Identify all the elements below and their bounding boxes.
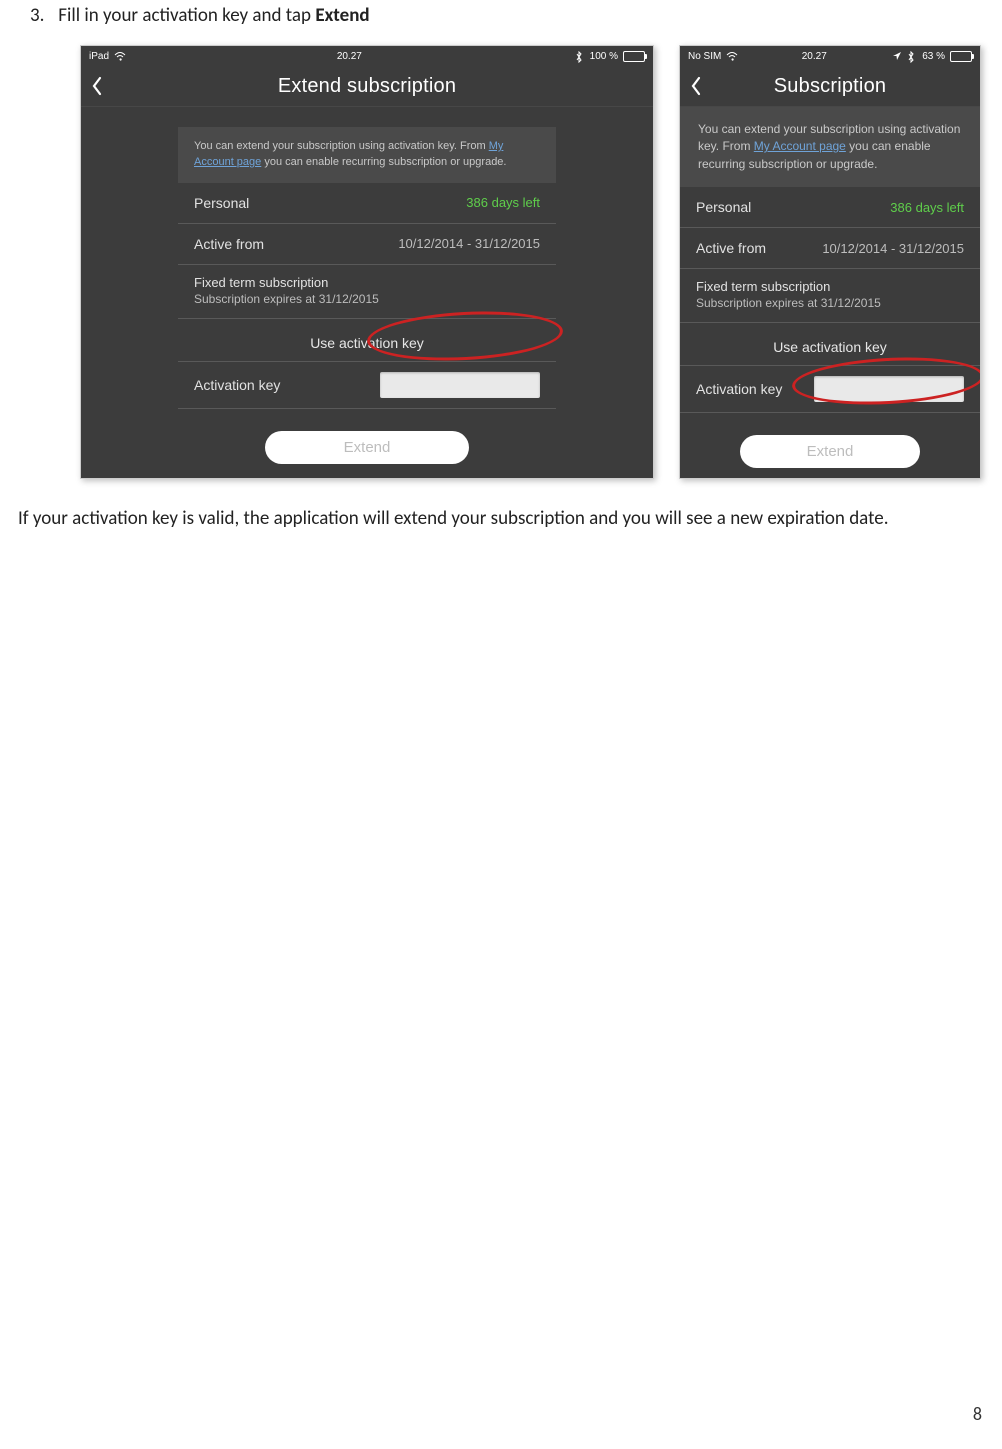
back-button[interactable] [91, 76, 103, 96]
activation-key-row: Activation key [680, 365, 980, 413]
status-time: 20.27 [802, 51, 827, 62]
my-account-link[interactable]: My Account page [754, 139, 846, 153]
step-bold: Extend [315, 4, 369, 27]
page-title: Extend subscription [278, 75, 456, 98]
nav-bar: Extend subscription [81, 66, 653, 107]
ipad-screenshot: iPad 20.27 100 % Extend [80, 45, 654, 479]
status-bar: iPad 20.27 100 % [81, 46, 653, 66]
activation-key-input[interactable] [814, 376, 964, 402]
device-label: iPad [89, 51, 109, 62]
battery-icon [623, 51, 645, 62]
active-range: 10/12/2014 - 31/12/2015 [822, 241, 964, 256]
active-label: Active from [194, 236, 264, 252]
result-paragraph: If your activation key is valid, the app… [18, 507, 988, 532]
iphone-screenshot: No SIM 20.27 63 % [679, 45, 981, 479]
fixed-term-l2: Subscription expires at 31/12/2015 [696, 296, 964, 310]
info-banner: You can extend your subscription using a… [178, 127, 556, 183]
plan-row: Personal 386 days left [178, 183, 556, 224]
nav-bar: Subscription [680, 66, 980, 107]
active-label: Active from [696, 240, 766, 256]
location-icon [892, 51, 902, 61]
activation-key-input[interactable] [380, 372, 540, 398]
wifi-icon [114, 51, 124, 61]
section-header: Use activation key [178, 319, 556, 361]
fixed-term-l1: Fixed term subscription [696, 279, 964, 294]
bluetooth-icon [907, 51, 917, 61]
battery-icon [950, 51, 972, 62]
activation-key-label: Activation key [696, 381, 782, 397]
step-text: Fill in your activation key and tap [58, 4, 315, 27]
active-row: Active from 10/12/2014 - 31/12/2015 [178, 224, 556, 265]
fixed-term-row: Fixed term subscription Subscription exp… [680, 269, 980, 323]
active-row: Active from 10/12/2014 - 31/12/2015 [680, 228, 980, 269]
fixed-term-l2: Subscription expires at 31/12/2015 [194, 292, 540, 306]
days-left: 386 days left [466, 195, 540, 210]
plan-label: Personal [194, 195, 249, 211]
extend-button[interactable]: Extend [740, 435, 920, 468]
status-time: 20.27 [337, 51, 362, 62]
active-range: 10/12/2014 - 31/12/2015 [398, 236, 540, 251]
back-button[interactable] [690, 76, 702, 96]
sim-label: No SIM [688, 51, 721, 62]
step-number: 3. [30, 4, 54, 27]
fixed-term-row: Fixed term subscription Subscription exp… [178, 265, 556, 319]
step-3: 3. Fill in your activation key and tap E… [30, 4, 992, 27]
activation-key-row: Activation key [178, 361, 556, 409]
days-left: 386 days left [890, 200, 964, 215]
plan-row: Personal 386 days left [680, 187, 980, 228]
battery-percent: 100 % [590, 51, 618, 62]
extend-button[interactable]: Extend [265, 431, 469, 464]
battery-percent: 63 % [922, 51, 945, 62]
section-header: Use activation key [680, 323, 980, 365]
wifi-icon [726, 51, 736, 61]
activation-key-label: Activation key [194, 377, 280, 393]
page-title: Subscription [774, 75, 886, 98]
status-bar: No SIM 20.27 63 % [680, 46, 980, 66]
plan-label: Personal [696, 199, 751, 215]
bluetooth-icon [575, 51, 585, 61]
info-banner: You can extend your subscription using a… [680, 107, 980, 187]
fixed-term-l1: Fixed term subscription [194, 275, 540, 290]
page-number: 8 [973, 1403, 982, 1425]
